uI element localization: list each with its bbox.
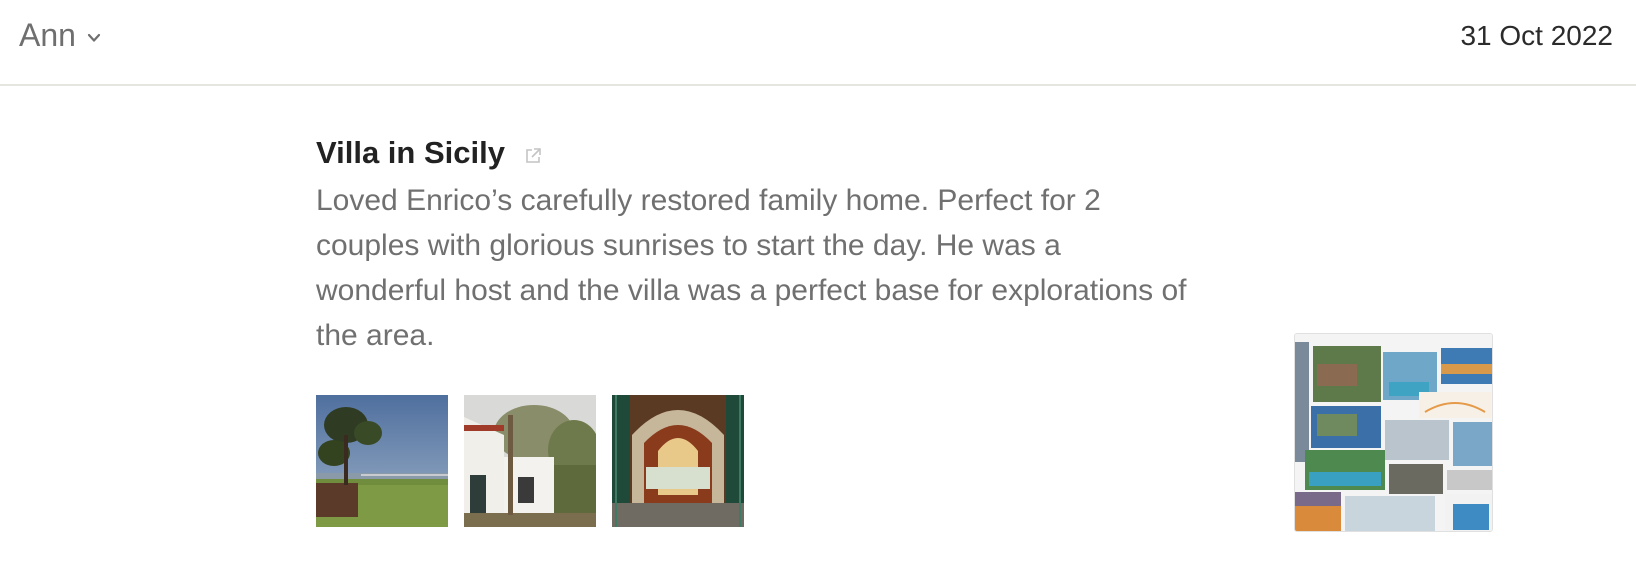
listing-image[interactable] [1294, 333, 1493, 532]
user-name: Ann [19, 17, 76, 53]
journal-entry: Villa in Sicily Loved Enrico’s carefully… [316, 131, 1196, 358]
photo-thumbnail-3[interactable] [612, 395, 744, 527]
entry-date: 31 Oct 2022 [1460, 20, 1613, 51]
top-bar: Ann 31 Oct 2022 [0, 0, 1636, 86]
entry-title-row: Villa in Sicily [316, 131, 1196, 175]
external-link-icon[interactable] [523, 146, 543, 166]
photo-thumbnail-1[interactable] [316, 395, 448, 527]
entry-description: Loved Enrico’s carefully restored family… [316, 184, 1187, 352]
photo-arched-entrance [612, 395, 744, 527]
photo-garden-sea-view [316, 395, 448, 527]
photo-thumbnails [316, 395, 760, 527]
photo-villa-exterior [464, 395, 596, 527]
entry-title[interactable]: Villa in Sicily [316, 133, 505, 173]
photo-thumbnail-2[interactable] [464, 395, 596, 527]
listing-collage-image [1295, 334, 1492, 531]
user-menu-dropdown[interactable]: Ann [19, 15, 102, 55]
chevron-down-icon [87, 33, 101, 42]
